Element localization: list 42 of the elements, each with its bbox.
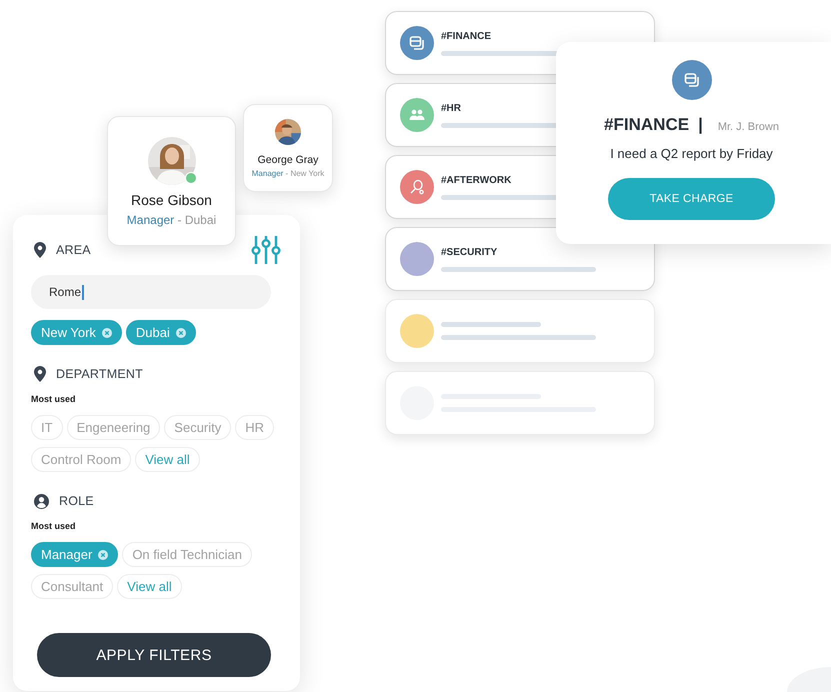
- filter-tag[interactable]: Manager: [31, 542, 118, 567]
- filter-tag[interactable]: New York: [31, 320, 122, 345]
- person-role: Manager - Dubai: [126, 213, 216, 227]
- person-role: Manager - New York: [252, 169, 324, 178]
- location-pin-icon: [34, 366, 46, 382]
- section-subtitle: Most used: [31, 394, 76, 404]
- channel-card[interactable]: #SECURITY: [385, 227, 655, 291]
- racket-icon: [409, 179, 425, 195]
- apply-filters-button[interactable]: APPLY FILTERS: [37, 633, 271, 677]
- channel-name: #FINANCE: [441, 30, 492, 42]
- section-subtitle: Most used: [31, 521, 76, 531]
- section-title: DEPARTMENT: [56, 367, 143, 381]
- filter-tag[interactable]: Engeneering: [66, 415, 160, 440]
- channel-name: #AFTERWORK: [441, 174, 512, 186]
- filter-tag[interactable]: HR: [235, 415, 274, 440]
- input-field[interactable]: Rome: [31, 275, 271, 309]
- filter-settings-icon[interactable]: [251, 235, 281, 265]
- remove-icon[interactable]: [98, 550, 108, 560]
- filter-tag[interactable]: Consultant: [31, 574, 114, 599]
- sender-name: Mr. J. Brown: [718, 121, 779, 133]
- filter-tag[interactable]: On field Technician: [122, 542, 252, 567]
- view-all-link[interactable]: View all: [135, 447, 200, 472]
- person-name: Rose Gibson: [131, 192, 212, 208]
- location-pin-icon: [34, 242, 46, 258]
- channel-name: #SECURITY: [441, 246, 498, 258]
- view-all-link[interactable]: View all: [117, 574, 182, 599]
- section-title: ROLE: [59, 494, 94, 508]
- remove-icon[interactable]: [102, 328, 112, 338]
- filter-tag[interactable]: Dubai: [126, 320, 196, 345]
- take-charge-button[interactable]: TAKE CHARGE: [608, 178, 775, 220]
- cards-icon: [684, 72, 700, 88]
- filter-tag[interactable]: Security: [164, 415, 232, 440]
- section-title: AREA: [56, 243, 91, 257]
- people-icon: [409, 109, 425, 121]
- remove-icon[interactable]: [176, 328, 186, 338]
- person-name: George Gray: [258, 154, 318, 166]
- filter-tag[interactable]: Control Room: [31, 447, 132, 472]
- user-icon: [34, 494, 49, 508]
- cards-icon: [409, 35, 425, 51]
- separator: |: [698, 115, 703, 135]
- channel-name: #HR: [441, 102, 462, 114]
- filter-tag[interactable]: IT: [31, 415, 63, 440]
